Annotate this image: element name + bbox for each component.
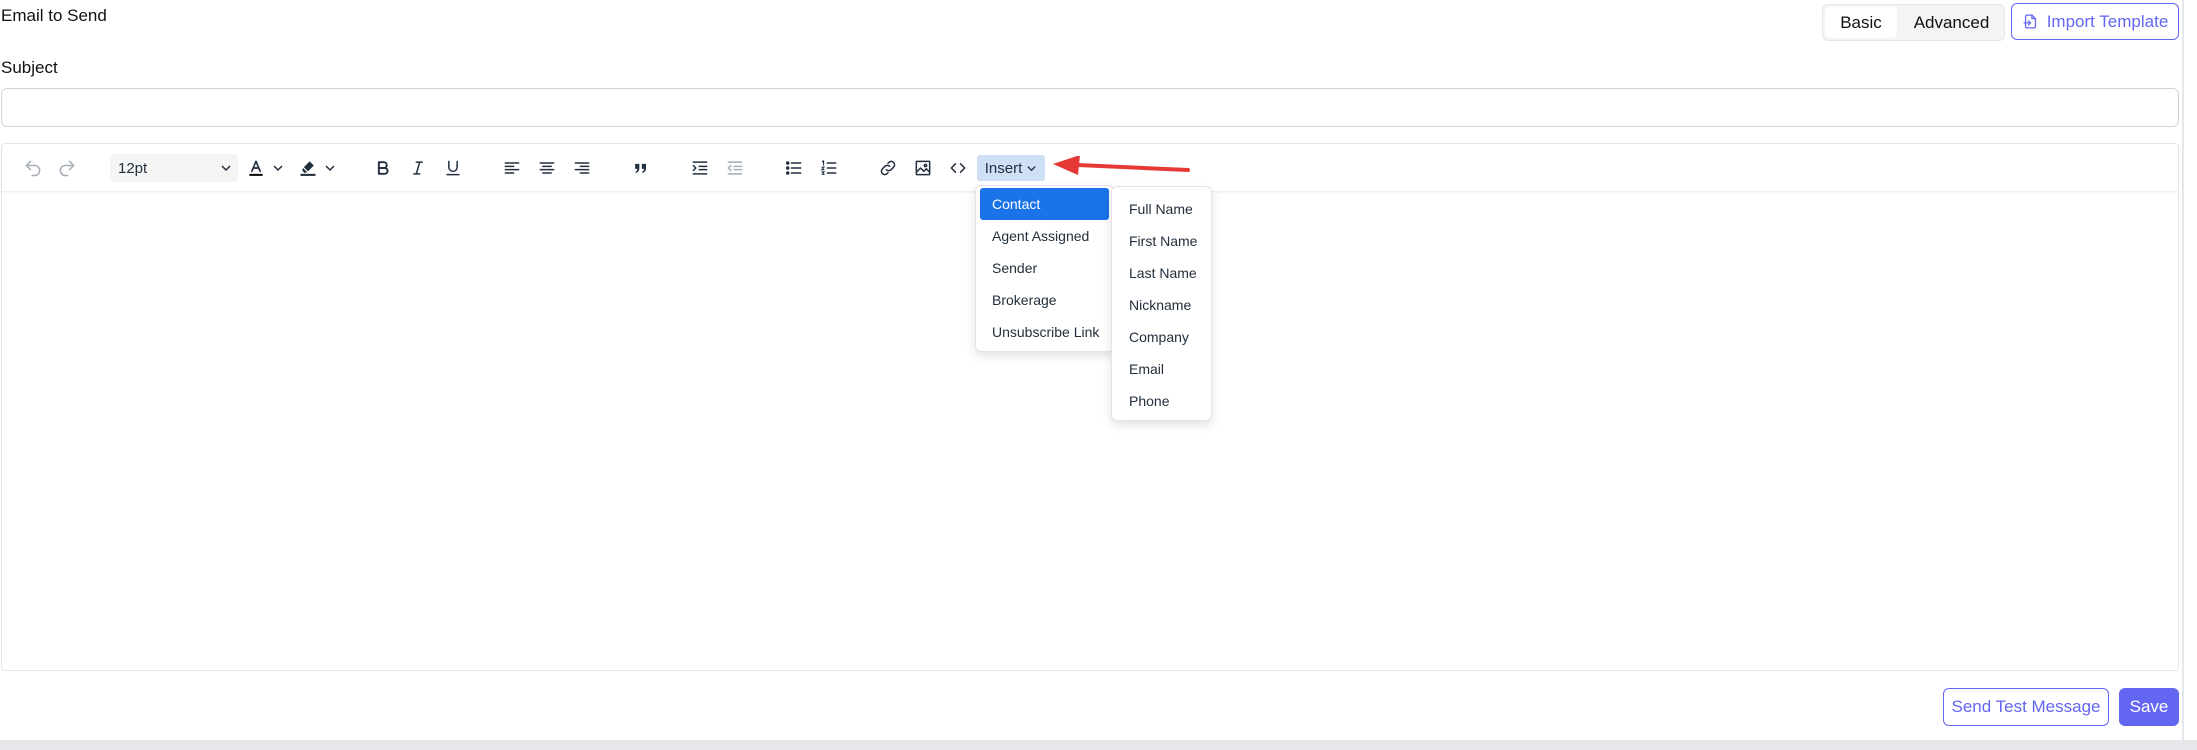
numbered-list-icon xyxy=(820,159,837,175)
highlight-color-button[interactable] xyxy=(298,154,342,182)
bullet-list-icon xyxy=(785,161,802,175)
contact-submenu-item-nickname[interactable]: Nickname xyxy=(1112,289,1211,321)
contact-submenu-item-first-name[interactable]: First Name xyxy=(1112,225,1211,257)
link-icon xyxy=(880,160,896,176)
source-code-button[interactable] xyxy=(943,154,973,182)
align-center-button[interactable] xyxy=(532,154,562,182)
contact-submenu-item-last-name[interactable]: Last Name xyxy=(1112,257,1211,289)
text-color-button[interactable] xyxy=(246,154,290,182)
mode-basic-button[interactable]: Basic xyxy=(1825,7,1897,38)
import-template-label: Import Template xyxy=(2046,11,2169,31)
contact-submenu-item-company[interactable]: Company xyxy=(1112,321,1211,353)
underline-button[interactable] xyxy=(438,154,468,182)
send-test-message-button[interactable]: Send Test Message xyxy=(1943,688,2109,726)
undo-button[interactable] xyxy=(18,154,48,182)
contact-submenu-item-full-name[interactable]: Full Name xyxy=(1112,193,1211,225)
image-icon xyxy=(915,160,931,176)
bullet-list-button[interactable] xyxy=(779,154,809,182)
redo-icon xyxy=(59,160,75,177)
chevron-down-icon xyxy=(221,165,231,172)
editor-mode-toggle: Basic Advanced xyxy=(1822,4,2005,41)
insert-menu-item-sender[interactable]: Sender xyxy=(980,252,1109,284)
contact-submenu-item-phone[interactable]: Phone xyxy=(1112,385,1211,417)
italic-icon xyxy=(413,161,423,175)
blockquote-icon xyxy=(635,163,646,173)
insert-menu: Contact Agent Assigned Sender Brokerage … xyxy=(975,185,1114,352)
file-import-icon xyxy=(2023,14,2036,29)
image-button[interactable] xyxy=(908,154,938,182)
code-icon xyxy=(950,163,966,173)
highlight-icon xyxy=(300,161,316,176)
font-size-select[interactable]: 12pt xyxy=(110,154,238,182)
section-title: Email to Send xyxy=(1,6,107,25)
align-left-icon xyxy=(504,162,520,174)
insert-menu-item-brokerage[interactable]: Brokerage xyxy=(980,284,1109,316)
subject-label: Subject xyxy=(1,58,58,77)
indent-button[interactable] xyxy=(685,154,715,182)
insert-menu-item-contact[interactable]: Contact xyxy=(980,188,1109,220)
insert-menu-item-unsubscribe-link[interactable]: Unsubscribe Link xyxy=(980,316,1109,348)
chevron-down-icon xyxy=(273,165,283,172)
chevron-down-icon xyxy=(1027,165,1036,171)
outdent-icon xyxy=(727,161,743,175)
align-right-button[interactable] xyxy=(567,154,597,182)
bold-button[interactable] xyxy=(368,154,398,182)
insert-menu-button[interactable]: Insert xyxy=(977,155,1045,181)
link-button[interactable] xyxy=(873,154,903,182)
email-composer-panel: Email to Send Basic Advanced Import Temp… xyxy=(0,0,2184,740)
blockquote-button[interactable] xyxy=(626,154,656,182)
underline-icon xyxy=(446,160,460,176)
contact-submenu-item-email[interactable]: Email xyxy=(1112,353,1211,385)
align-right-icon xyxy=(574,162,590,174)
numbered-list-button[interactable] xyxy=(814,154,844,182)
bold-icon xyxy=(377,161,389,175)
italic-button[interactable] xyxy=(403,154,433,182)
text-color-icon xyxy=(249,160,263,176)
outdent-button[interactable] xyxy=(720,154,750,182)
annotation-arrow xyxy=(1053,156,1190,175)
subject-input[interactable] xyxy=(1,88,2179,127)
redo-button[interactable] xyxy=(52,154,82,182)
indent-icon xyxy=(692,161,708,175)
page-bottom-divider xyxy=(0,740,2197,750)
import-template-button[interactable]: Import Template xyxy=(2011,3,2179,40)
insert-menu-label: Insert xyxy=(984,159,1023,177)
undo-icon xyxy=(25,160,41,177)
contact-submenu: Full Name First Name Last Name Nickname … xyxy=(1111,186,1212,421)
align-left-button[interactable] xyxy=(497,154,527,182)
chevron-down-icon xyxy=(325,165,335,172)
mode-advanced-button[interactable]: Advanced xyxy=(1899,5,2004,40)
save-button[interactable]: Save xyxy=(2119,688,2179,726)
insert-menu-item-agent-assigned[interactable]: Agent Assigned xyxy=(980,220,1109,252)
font-size-value: 12pt xyxy=(118,159,148,177)
align-center-icon xyxy=(539,162,555,174)
